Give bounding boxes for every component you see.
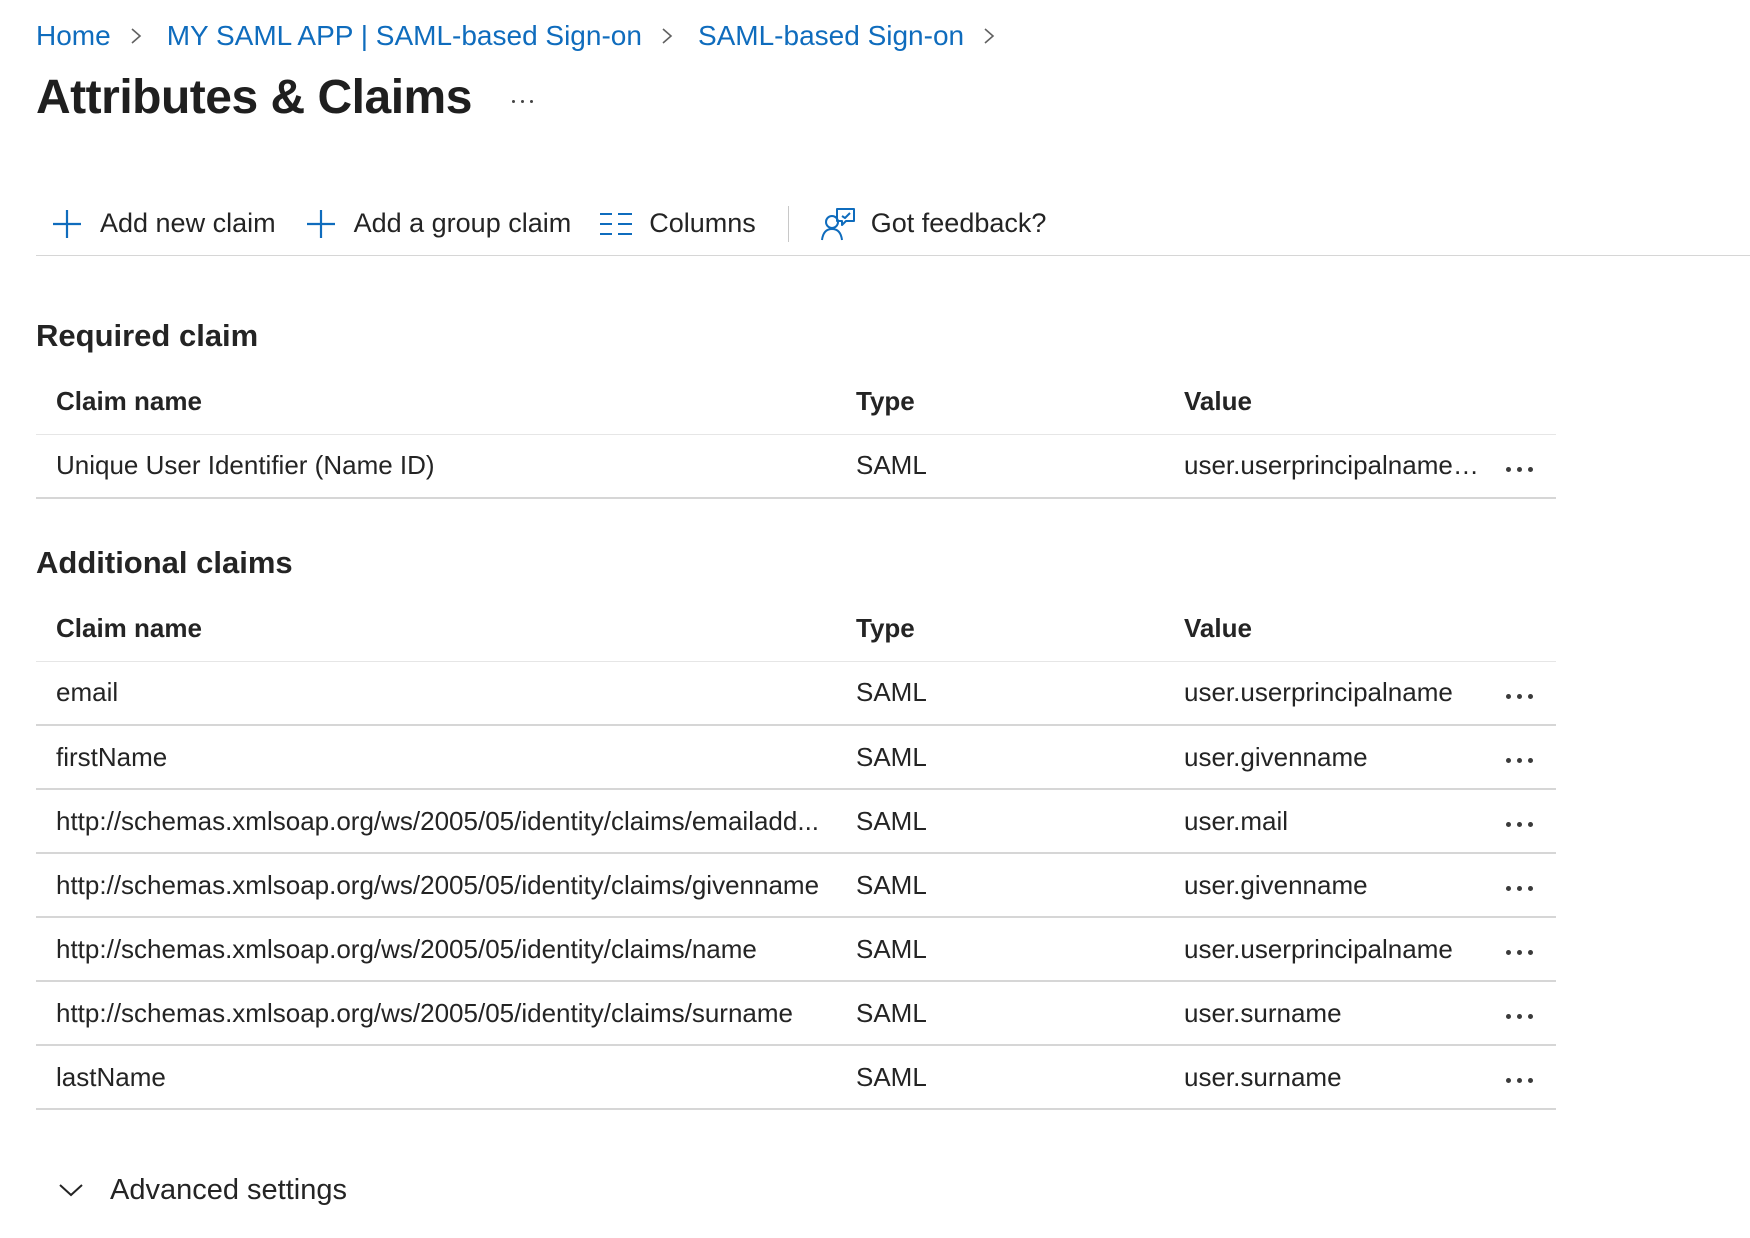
more-horizontal-icon[interactable] [1497,1065,1541,1095]
row-actions-cell [1482,434,1556,499]
breadcrumb-app[interactable]: MY SAML APP | SAML-based Sign-on [167,20,642,52]
table-row[interactable]: Unique User Identifier (Name ID) SAML us… [36,434,1556,499]
claim-value-cell: user.surname [1164,1045,1482,1110]
breadcrumb-home[interactable]: Home [36,20,111,52]
table-row[interactable]: email SAML user.userprincipalname [36,661,1556,726]
additional-claims-table: Claim name Type Value email SAML user.us… [36,597,1556,1110]
command-bar: Add new claim Add a group claim Columns [36,192,1750,256]
columns-button[interactable]: Columns [585,196,770,252]
more-horizontal-icon[interactable] [1497,681,1541,711]
claim-name-cell: Unique User Identifier (Name ID) [36,434,836,499]
claim-type-cell: SAML [836,434,1164,499]
add-new-claim-button[interactable]: Add new claim [36,196,290,252]
claim-value-cell: user.userprincipalname [1164,917,1482,982]
more-horizontal-icon[interactable] [1497,745,1541,775]
advanced-settings-toggle[interactable]: Advanced settings [56,1168,347,1212]
table-row[interactable]: http://schemas.xmlsoap.org/ws/2005/05/id… [36,917,1556,982]
row-actions-cell [1482,789,1556,854]
claim-value-cell: user.givenname [1164,725,1482,790]
claim-name-cell: firstName [36,725,836,790]
column-header-claim-name[interactable]: Claim name [36,370,836,435]
claim-value-cell: user.surname [1164,981,1482,1046]
column-header-value[interactable]: Value [1164,597,1482,662]
columns-label: Columns [649,208,756,238]
chevron-right-icon [127,27,145,45]
more-horizontal-icon[interactable] [1497,937,1541,967]
claim-name-cell: http://schemas.xmlsoap.org/ws/2005/05/id… [36,917,836,982]
claim-value-cell: user.userprincipalname [... [1164,434,1482,499]
table-header-row: Claim name Type Value [36,597,1556,662]
claim-type-cell: SAML [836,853,1164,918]
plus-icon [50,207,84,241]
add-new-claim-label: Add new claim [100,208,276,238]
breadcrumb-saml-sign-on[interactable]: SAML-based Sign-on [698,20,964,52]
advanced-settings-label: Advanced settings [110,1173,347,1206]
claim-type-cell: SAML [836,1045,1164,1110]
claim-type-cell: SAML [836,789,1164,854]
table-row[interactable]: http://schemas.xmlsoap.org/ws/2005/05/id… [36,853,1556,918]
claim-value-cell: user.mail [1164,789,1482,854]
table-row[interactable]: http://schemas.xmlsoap.org/ws/2005/05/id… [36,981,1556,1046]
toolbar-divider [787,205,789,242]
more-horizontal-icon[interactable] [1497,809,1541,839]
columns-list-icon [599,207,633,241]
claim-name-cell: lastName [36,1045,836,1110]
add-group-claim-button[interactable]: Add a group claim [290,196,586,252]
more-horizontal-icon[interactable] [504,86,540,116]
claim-name-cell: http://schemas.xmlsoap.org/ws/2005/05/id… [36,981,836,1046]
chevron-right-icon [980,27,998,45]
table-row[interactable]: http://schemas.xmlsoap.org/ws/2005/05/id… [36,789,1556,854]
additional-claims-heading: Additional claims [36,545,293,580]
plus-icon [304,207,338,241]
more-horizontal-icon[interactable] [1497,454,1541,484]
table-header-row: Claim name Type Value [36,370,1556,435]
claim-name-cell: http://schemas.xmlsoap.org/ws/2005/05/id… [36,789,836,854]
row-actions-cell [1482,725,1556,790]
row-actions-cell [1482,661,1556,726]
column-header-type[interactable]: Type [836,370,1164,435]
more-horizontal-icon[interactable] [1497,1001,1541,1031]
row-actions-cell [1482,917,1556,982]
got-feedback-label: Got feedback? [870,208,1047,238]
claim-type-cell: SAML [836,981,1164,1046]
column-header-actions [1482,597,1556,662]
breadcrumb: Home MY SAML APP | SAML-based Sign-on SA… [36,14,1020,58]
table-row[interactable]: lastName SAML user.surname [36,1045,1556,1110]
column-header-actions [1482,370,1556,435]
got-feedback-button[interactable]: Got feedback? [807,196,1061,252]
chevron-right-icon [658,27,676,45]
claim-value-cell: user.userprincipalname [1164,661,1482,726]
claim-name-cell: email [36,661,836,726]
chevron-down-icon [56,1175,86,1205]
column-header-value[interactable]: Value [1164,370,1482,435]
person-feedback-icon [820,207,855,241]
required-claim-heading: Required claim [36,318,259,353]
claim-type-cell: SAML [836,917,1164,982]
required-claims-table: Claim name Type Value Unique User Identi… [36,370,1556,499]
claim-type-cell: SAML [836,725,1164,790]
more-horizontal-icon[interactable] [1497,873,1541,903]
claim-name-cell: http://schemas.xmlsoap.org/ws/2005/05/id… [36,853,836,918]
table-row[interactable]: firstName SAML user.givenname [36,725,1556,790]
row-actions-cell [1482,981,1556,1046]
column-header-type[interactable]: Type [836,597,1164,662]
claim-value-cell: user.givenname [1164,853,1482,918]
add-group-claim-label: Add a group claim [353,208,572,238]
row-actions-cell [1482,853,1556,918]
row-actions-cell [1482,1045,1556,1110]
column-header-claim-name[interactable]: Claim name [36,597,836,662]
page-title: Attributes & Claims [36,71,472,124]
claim-type-cell: SAML [836,661,1164,726]
